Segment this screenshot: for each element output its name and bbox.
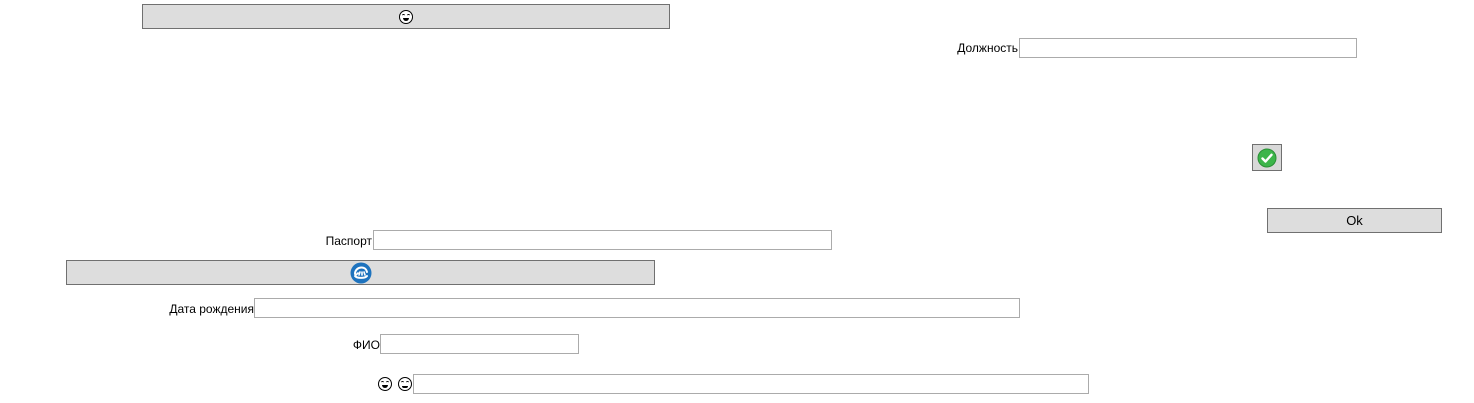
emoji-button-top[interactable] [142, 4, 670, 29]
laughing-emoji-icon [399, 9, 413, 24]
grinning-emoji-icon [398, 377, 412, 394]
passport-field[interactable] [373, 230, 832, 250]
position-label: Должность [957, 41, 1018, 55]
emoji-field[interactable] [413, 374, 1089, 394]
check-button[interactable] [1252, 144, 1282, 171]
blue-refresh-icon [350, 262, 371, 283]
blue-icon-button[interactable] [66, 260, 655, 285]
passport-label: Паспорт [325, 234, 372, 248]
ok-button-label: Ok [1346, 213, 1363, 228]
position-field[interactable] [1019, 38, 1357, 58]
ok-button[interactable]: Ok [1267, 208, 1442, 233]
laughing-emoji-icon [378, 377, 392, 394]
green-check-icon [1257, 148, 1277, 167]
birthdate-field[interactable] [254, 298, 1020, 318]
fio-label: ФИО [352, 338, 380, 352]
birthdate-label: Дата рождения [169, 302, 254, 316]
fio-field[interactable] [380, 334, 579, 354]
